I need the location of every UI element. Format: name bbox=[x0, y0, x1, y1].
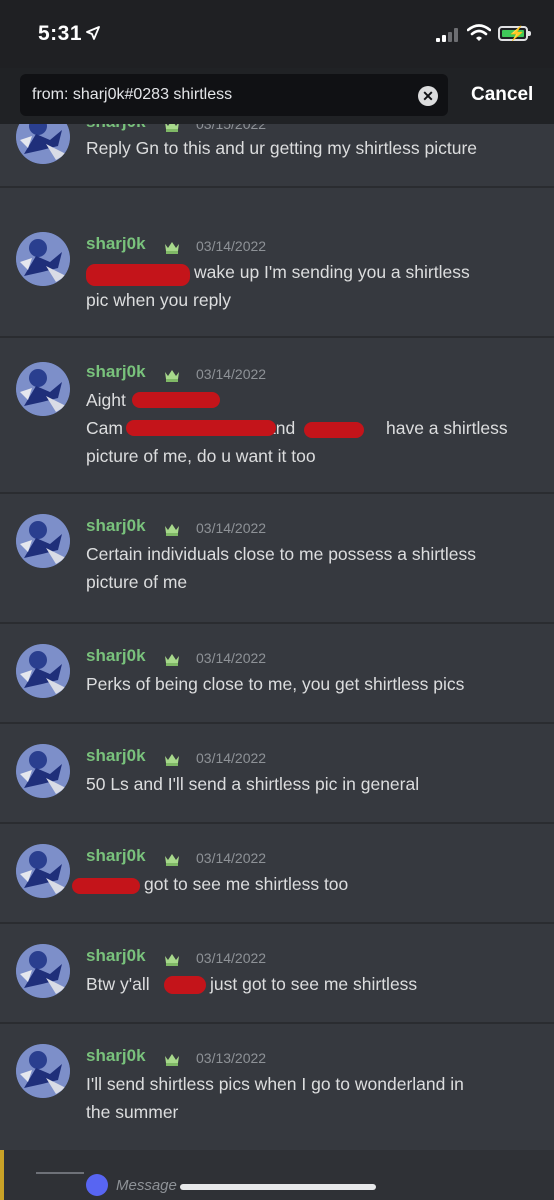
redaction-mark bbox=[132, 392, 220, 408]
message-text: Certain individuals close to me possess … bbox=[86, 544, 477, 564]
home-indicator[interactable] bbox=[180, 1184, 376, 1190]
message-text: the summer bbox=[86, 1102, 179, 1122]
crown-icon bbox=[164, 522, 180, 536]
crown-icon bbox=[164, 652, 180, 666]
avatar[interactable] bbox=[16, 1044, 70, 1098]
close-icon: ✕ bbox=[422, 88, 434, 104]
username[interactable]: sharj0k bbox=[86, 362, 146, 382]
crown-icon bbox=[164, 852, 180, 866]
search-result-message[interactable]: sharj0k 03/14/2022 Perks of being close to… bbox=[0, 624, 554, 724]
search-result-message[interactable]: sharj0k 03/14/2022 Certain individuals clo… bbox=[0, 494, 554, 624]
redaction-mark bbox=[304, 422, 364, 438]
crown-icon bbox=[164, 752, 180, 766]
crown-icon bbox=[164, 1052, 180, 1066]
wifi-icon bbox=[467, 24, 491, 41]
avatar[interactable] bbox=[16, 232, 70, 286]
message-text: 50 Ls and I'll send a shirtless pic in g… bbox=[86, 774, 420, 794]
redaction-mark bbox=[164, 976, 206, 994]
message-date: 03/14/2022 bbox=[196, 850, 267, 866]
avatar[interactable] bbox=[16, 362, 70, 416]
message-text: picture of me bbox=[86, 572, 188, 592]
search-result-message[interactable]: sharj0k 03/13/2022 I'll send shirtless pic… bbox=[0, 1024, 554, 1150]
username[interactable]: sharj0k bbox=[86, 234, 146, 254]
highlight-accent bbox=[0, 1150, 4, 1200]
username[interactable]: sharj0k bbox=[86, 846, 146, 866]
search-bar: from: sharj0k#0283 shirtless ✕ Cancel bbox=[0, 68, 554, 124]
crown-icon bbox=[164, 952, 180, 966]
search-result-message[interactable]: sharj0k 03/14/2022 Aight Cam and have a shirt… bbox=[0, 338, 554, 494]
crown-icon bbox=[164, 240, 180, 254]
search-result-message[interactable]: sharj0k 03/14/2022 got to see me shirtless… bbox=[0, 824, 554, 924]
avatar[interactable] bbox=[16, 644, 70, 698]
message-text: pic when you reply bbox=[86, 290, 231, 310]
charging-bolt-icon: ⚡ bbox=[508, 25, 526, 41]
message-date: 03/13/2022 bbox=[196, 1050, 267, 1066]
message-text: Perks of being close to me, you get shir… bbox=[86, 674, 465, 694]
redaction-mark bbox=[126, 420, 276, 436]
message-date: 03/14/2022 bbox=[196, 650, 267, 666]
search-results: sharj0k 03/15/2022 Reply Gn to this and ur… bbox=[0, 124, 554, 1150]
bottom-message-preview: Message bbox=[0, 1150, 554, 1200]
username[interactable]: sharj0k bbox=[86, 124, 146, 132]
message-text: got to see me shirtless too bbox=[144, 874, 349, 894]
message-date: 03/15/2022 bbox=[196, 124, 267, 132]
username[interactable]: sharj0k bbox=[86, 946, 146, 966]
message-date: 03/14/2022 bbox=[196, 366, 267, 382]
username[interactable]: sharj0k bbox=[86, 646, 146, 666]
username[interactable]: sharj0k bbox=[86, 516, 146, 536]
message-date: 03/14/2022 bbox=[196, 520, 267, 536]
search-result-message[interactable]: sharj0k 03/14/2022 wake up I'm sending you… bbox=[0, 208, 554, 338]
avatar[interactable] bbox=[16, 514, 70, 568]
search-query: from: sharj0k#0283 shirtless bbox=[32, 86, 233, 103]
username[interactable]: sharj0k bbox=[86, 1046, 146, 1066]
status-bar: 5:31 ⚡ bbox=[0, 0, 554, 68]
search-result-message[interactable]: sharj0k 03/15/2022 Reply Gn to this and ur… bbox=[0, 124, 554, 188]
status-time: 5:31 bbox=[38, 22, 83, 45]
redaction-mark bbox=[72, 878, 140, 894]
message-text: Reply Gn to this and ur getting my shirt… bbox=[86, 138, 478, 158]
search-input[interactable]: from: sharj0k#0283 shirtless ✕ bbox=[20, 74, 448, 116]
message-text: wake up I'm sending you a shirtless bbox=[194, 262, 470, 282]
message-text: I'll send shirtless pics when I go to wo… bbox=[86, 1074, 464, 1094]
message-text: have a shirtless bbox=[386, 418, 508, 438]
username[interactable]: sharj0k bbox=[86, 746, 146, 766]
reply-line bbox=[36, 1172, 84, 1174]
location-arrow-icon bbox=[86, 26, 100, 40]
avatar[interactable] bbox=[16, 844, 70, 898]
search-result-message[interactable]: sharj0k 03/14/2022 Btw y'all just got to se… bbox=[0, 924, 554, 1024]
search-result-message[interactable]: sharj0k 03/14/2022 50 Ls and I'll send a s… bbox=[0, 724, 554, 824]
message-date: 03/14/2022 bbox=[196, 750, 267, 766]
redaction-mark bbox=[86, 264, 190, 286]
clear-search-button[interactable]: ✕ bbox=[418, 86, 438, 106]
cellular-signal-icon bbox=[436, 28, 458, 42]
crown-icon bbox=[164, 124, 180, 132]
message-text: picture of me, do u want it too bbox=[86, 446, 316, 466]
discord-icon bbox=[86, 1174, 108, 1196]
message-text: just got to see me shirtless bbox=[210, 974, 418, 994]
footer-message-text: Message bbox=[116, 1177, 177, 1194]
crown-icon bbox=[164, 368, 180, 382]
avatar[interactable] bbox=[16, 744, 70, 798]
message-date: 03/14/2022 bbox=[196, 238, 267, 254]
cancel-button[interactable]: Cancel bbox=[471, 84, 533, 106]
message-date: 03/14/2022 bbox=[196, 950, 267, 966]
avatar[interactable] bbox=[16, 944, 70, 998]
avatar[interactable] bbox=[16, 124, 70, 164]
